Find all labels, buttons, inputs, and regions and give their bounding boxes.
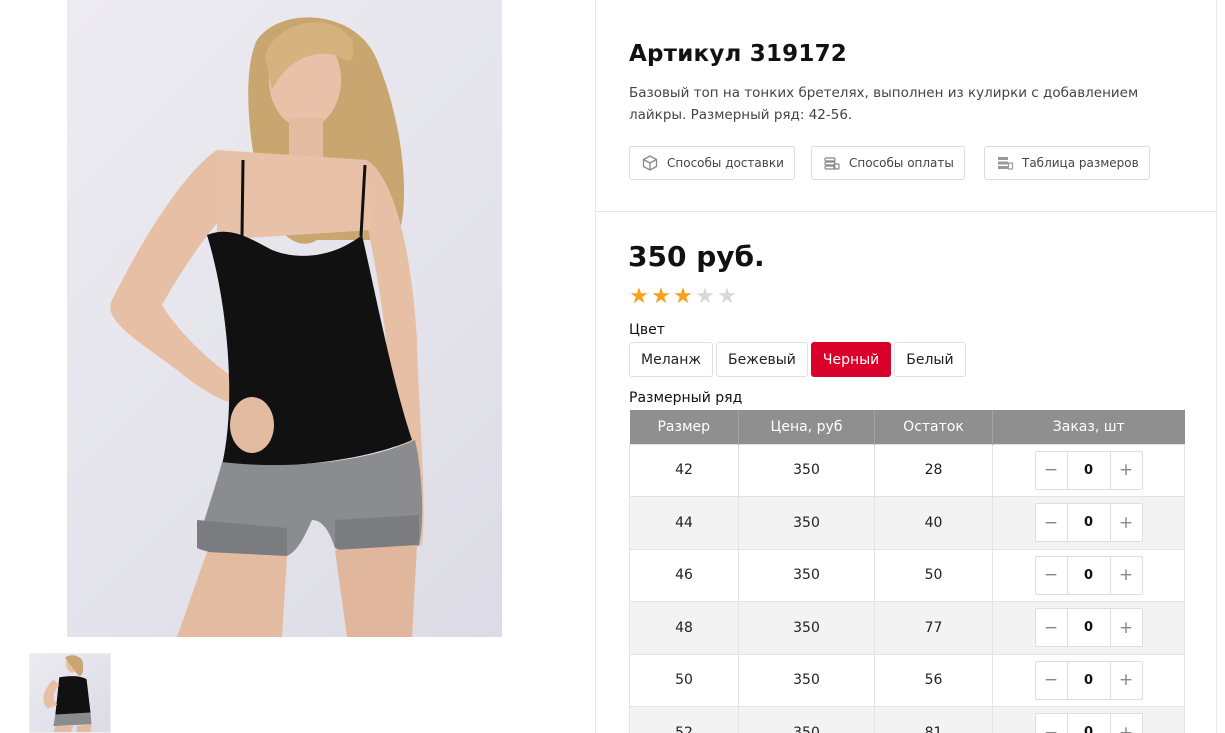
delivery-methods-label: Способы доставки (667, 156, 784, 170)
decrement-button[interactable]: − (1036, 609, 1067, 646)
quantity-stepper: −0 + (1034, 660, 1143, 700)
increment-button[interactable]: + (1111, 714, 1142, 733)
increment-button[interactable]: + (1111, 557, 1142, 594)
header-order: Заказ, шт (992, 410, 1185, 444)
order-cell: −0 + (992, 601, 1185, 655)
color-selector: Меланж Бежевый Черный Белый (629, 342, 969, 377)
product-page: Артикул 319172 Базовый топ на тонких бре… (0, 0, 1225, 733)
header-stock: Остаток (874, 410, 993, 444)
table-row: 50 350 56 −0 + (629, 653, 1185, 707)
star-filled-icon[interactable]: ★ (672, 284, 694, 310)
star-empty-icon[interactable]: ★ (694, 284, 716, 310)
star-filled-icon[interactable]: ★ (650, 284, 672, 310)
order-cell: −0 + (992, 443, 1185, 497)
product-price: 350 руб. (628, 240, 765, 273)
table-row: 48 350 77 −0 + (629, 601, 1185, 655)
increment-button[interactable]: + (1111, 662, 1142, 699)
quantity-stepper: −0 + (1034, 608, 1143, 648)
header-price: Цена, руб (738, 410, 875, 444)
rating-stars[interactable]: ★ ★ ★ ★ ★ (628, 284, 738, 310)
decrement-button[interactable]: − (1036, 452, 1067, 489)
price-cell: 350 (738, 706, 875, 733)
stock-cell: 81 (874, 706, 993, 733)
product-title: Артикул 319172 (629, 41, 847, 67)
color-label: Цвет (629, 322, 665, 338)
price-cell: 350 (738, 443, 875, 497)
size-chart-label: Таблица размеров (1022, 156, 1139, 170)
order-cell: −0 + (992, 496, 1185, 550)
color-option-white[interactable]: Белый (894, 342, 966, 377)
table-row: 42 350 28 −0 + (629, 443, 1185, 497)
decrement-button[interactable]: − (1036, 557, 1067, 594)
size-cell: 44 (629, 496, 739, 550)
quantity-input[interactable]: 0 (1066, 451, 1111, 489)
quantity-input[interactable]: 0 (1066, 504, 1111, 542)
size-cell: 50 (629, 653, 739, 707)
payment-methods-button[interactable]: Способы оплаты (811, 146, 965, 180)
increment-button[interactable]: + (1111, 452, 1142, 489)
quantity-stepper: −0 + (1034, 713, 1143, 733)
coins-icon (823, 154, 841, 172)
size-cell: 42 (629, 443, 739, 497)
size-range-label: Размерный ряд (629, 390, 743, 406)
star-filled-icon[interactable]: ★ (628, 284, 650, 310)
size-cell: 46 (629, 548, 739, 602)
quantity-stepper: −0 + (1034, 450, 1143, 490)
star-empty-icon[interactable]: ★ (716, 284, 738, 310)
stock-cell: 56 (874, 653, 993, 707)
delivery-methods-button[interactable]: Способы доставки (629, 146, 795, 180)
increment-button[interactable]: + (1111, 609, 1142, 646)
product-photo[interactable] (67, 0, 502, 637)
stock-cell: 28 (874, 443, 993, 497)
quantity-input[interactable]: 0 (1066, 556, 1111, 594)
size-chart-button[interactable]: Таблица размеров (984, 146, 1150, 180)
color-option-black[interactable]: Черный (810, 342, 892, 377)
order-cell: −0 + (992, 706, 1185, 733)
size-table: Размер Цена, руб Остаток Заказ, шт 42 350… (629, 410, 1185, 733)
thumbnail-illustration (43, 654, 92, 732)
size-table-body: 42 350 28−0 +44 350 40−0 +46 350 50−0 +48 350 77−0 +… (629, 443, 1185, 733)
order-cell: −0 + (992, 653, 1185, 707)
size-cell: 52 (629, 706, 739, 733)
quantity-stepper: −0 + (1034, 555, 1143, 595)
table-row: 52 350 81 −0 + (629, 706, 1185, 733)
section-divider (595, 211, 1217, 212)
product-description: Базовый топ на тонких бретелях, выполнен… (629, 85, 1139, 123)
price-cell: 350 (738, 496, 875, 550)
size-cell: 48 (629, 601, 739, 655)
table-row: 44 350 40 −0 + (629, 496, 1185, 550)
color-option-melange[interactable]: Меланж (629, 342, 713, 377)
order-cell: −0 + (992, 548, 1185, 602)
decrement-button[interactable]: − (1036, 662, 1067, 699)
stock-cell: 40 (874, 496, 993, 550)
price-cell: 350 (738, 653, 875, 707)
table-row: 46 350 50 −0 + (629, 548, 1185, 602)
product-thumbnail[interactable] (29, 653, 111, 733)
model-illustration (110, 17, 424, 637)
stock-cell: 77 (874, 601, 993, 655)
color-option-beige[interactable]: Бежевый (716, 342, 808, 377)
price-cell: 350 (738, 548, 875, 602)
size-table-header: Размер Цена, руб Остаток Заказ, шт (629, 410, 1185, 444)
decrement-button[interactable]: − (1036, 714, 1067, 733)
decrement-button[interactable]: − (1036, 504, 1067, 541)
quantity-input[interactable]: 0 (1066, 714, 1111, 733)
payment-methods-label: Способы оплаты (849, 156, 954, 170)
box-icon (641, 154, 659, 172)
stack-icon (996, 154, 1014, 172)
quantity-stepper: −0 + (1034, 503, 1143, 543)
header-size: Размер (629, 410, 739, 444)
stock-cell: 50 (874, 548, 993, 602)
price-cell: 350 (738, 601, 875, 655)
increment-button[interactable]: + (1111, 504, 1142, 541)
quantity-input[interactable]: 0 (1066, 661, 1111, 699)
quantity-input[interactable]: 0 (1066, 609, 1111, 647)
